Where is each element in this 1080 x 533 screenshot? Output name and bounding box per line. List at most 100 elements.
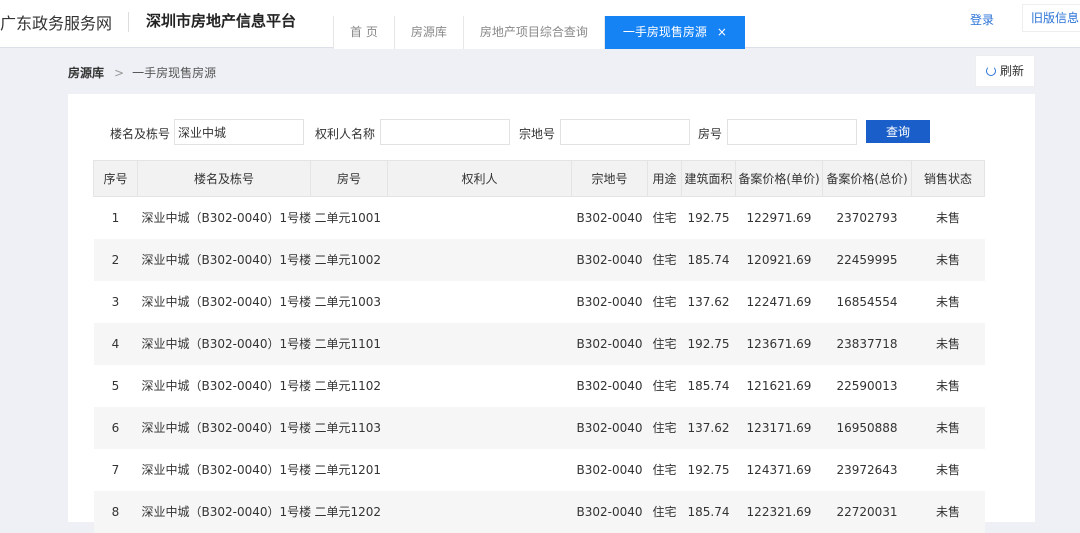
- col-unit-price-header: 备案价格(单价): [735, 160, 823, 197]
- col-unit-price-cell: 124371.69: [746, 462, 812, 477]
- col-land-cell: B302-0040: [571, 238, 648, 281]
- table-row[interactable]: 1 深业中城（B302-0040）1号楼 二单元1001 B302-0040 住宅 192…: [94, 197, 985, 239]
- building-label: 楼名及栋号: [110, 127, 171, 141]
- land-label: 宗地号: [519, 127, 556, 141]
- close-icon[interactable]: ×: [717, 25, 727, 39]
- col-unit-price-cell: 123671.69: [735, 322, 823, 365]
- col-status-header: 销售状态: [911, 160, 985, 197]
- col-room-cell: 二单元1101: [310, 322, 388, 365]
- table-row[interactable]: 6 深业中城（B302-0040）1号楼 二单元1103 B302-0040 住宅 137…: [93, 406, 985, 449]
- breadcrumb: 房源库 > 一手房现售房源: [68, 64, 216, 81]
- listing-table: 序号 楼名及栋号 房号 权利人 宗地号 用途 建筑面积 备案价格(单价) 备案价格(总价) 销售状…: [93, 160, 985, 533]
- col-area-cell: 192.75: [687, 462, 730, 477]
- query-button[interactable]: 查询: [866, 120, 930, 143]
- col-index-cell: 6: [93, 406, 138, 449]
- col-area-cell: 185.74: [681, 238, 736, 281]
- col-area-cell: 192.75: [687, 210, 730, 225]
- col-owner-header: 权利人: [387, 160, 572, 197]
- col-owner-cell: [388, 449, 572, 491]
- col-room-cell: 二单元1002: [310, 238, 388, 281]
- col-unit-price-cell: 122471.69: [746, 294, 812, 309]
- col-status-cell: 未售: [911, 238, 985, 281]
- gov-site-link[interactable]: 广东政务服务网: [0, 10, 112, 34]
- col-land-cell: B302-0040: [571, 322, 648, 365]
- col-total-price-cell: 23837718: [822, 322, 912, 365]
- col-room-cell: 二单元1201: [314, 463, 382, 477]
- col-index-cell: 4: [93, 322, 138, 365]
- col-usage-cell: 住宅: [652, 463, 677, 477]
- refresh-label: 刷新: [999, 64, 1024, 78]
- col-usage-cell: 住宅: [652, 211, 677, 226]
- col-total-price-cell: 16950888: [822, 406, 912, 449]
- tab-project-query[interactable]: 房地产项目综合查询: [462, 16, 604, 49]
- col-index-cell: 7: [111, 462, 120, 477]
- tab-listing-library[interactable]: 房源库: [393, 16, 463, 49]
- login-link[interactable]: 登录: [970, 11, 994, 28]
- col-status-cell: 未售: [911, 490, 985, 533]
- owner-label: 权利人名称: [315, 127, 376, 141]
- breadcrumb-root[interactable]: 房源库: [68, 66, 104, 80]
- col-total-price-cell: 23972643: [836, 462, 898, 477]
- col-total-price-cell: 22590013: [836, 378, 898, 393]
- col-land-cell: B302-0040: [571, 490, 648, 533]
- tab-home[interactable]: 首 页: [333, 16, 394, 49]
- col-index-header: 序号: [93, 160, 138, 197]
- col-land-cell: B302-0040: [571, 406, 648, 449]
- col-unit-price-cell: 122321.69: [735, 490, 823, 533]
- col-land-header: 宗地号: [571, 160, 648, 197]
- col-unit-price-cell: 123171.69: [735, 406, 823, 449]
- platform-title: 深圳市房地产信息平台: [146, 12, 297, 30]
- room-label: 房号: [698, 127, 723, 141]
- table-row[interactable]: 5 深业中城（B302-0040）1号楼 二单元1102 B302-0040 住宅 185…: [94, 365, 985, 407]
- col-land-cell: B302-0040: [576, 210, 643, 225]
- col-area-cell: 185.74: [687, 378, 730, 393]
- col-index-cell: 5: [111, 378, 120, 393]
- col-unit-price-cell: 122971.69: [746, 210, 812, 225]
- col-owner-cell: [387, 238, 572, 281]
- col-room-cell: 二单元1001: [314, 211, 382, 226]
- col-status-cell: 未售: [935, 211, 960, 226]
- col-usage-cell: 住宅: [652, 379, 677, 393]
- col-status-cell: 未售: [935, 463, 960, 477]
- col-total-price-cell: 16854554: [836, 294, 898, 309]
- col-room-cell: 二单元1202: [310, 490, 388, 533]
- col-total-price-cell: 23702793: [836, 210, 898, 225]
- tab-label: 一手房现售房源: [622, 25, 707, 39]
- chevron-right-icon: >: [114, 66, 125, 80]
- col-usage-cell: 住宅: [647, 322, 682, 365]
- table-row[interactable]: 2 深业中城（B302-0040）1号楼 二单元1002 B302-0040 住宅 185…: [93, 238, 985, 281]
- col-index-cell: 1: [111, 210, 120, 225]
- col-building-cell: 深业中城（B302-0040）1号楼: [137, 238, 311, 281]
- col-unit-price-cell: 121621.69: [746, 378, 812, 393]
- col-status-cell: 未售: [911, 406, 985, 449]
- col-room-header: 房号: [310, 160, 388, 197]
- table-row[interactable]: 3 深业中城（B302-0040）1号楼 二单元1003 B302-0040 住宅 137…: [94, 281, 985, 323]
- col-total-price-cell: 22459995: [822, 238, 912, 281]
- tab-new-house-sale[interactable]: 一手房现售房源 ×: [603, 16, 745, 49]
- room-input[interactable]: [727, 119, 857, 145]
- col-total-price-header: 备案价格(总价): [822, 160, 912, 197]
- col-status-cell: 未售: [935, 379, 960, 393]
- col-room-cell: 二单元1103: [310, 406, 388, 449]
- col-land-cell: B302-0040: [576, 378, 643, 393]
- refresh-button[interactable]: 刷新: [975, 55, 1035, 87]
- col-status-cell: 未售: [935, 295, 960, 309]
- land-input[interactable]: [560, 119, 690, 145]
- table-header: 序号 楼名及栋号 房号 权利人 宗地号 用途 建筑面积 备案价格(单价) 备案价格(总价) 销售状…: [93, 160, 985, 197]
- col-usage-header: 用途: [647, 160, 682, 197]
- col-building-cell: 深业中城（B302-0040）1号楼: [141, 463, 311, 477]
- col-owner-cell: [387, 406, 572, 449]
- col-index-cell: 8: [93, 490, 138, 533]
- table-row[interactable]: 8 深业中城（B302-0040）1号楼 二单元1202 B302-0040 住宅 185…: [93, 490, 985, 533]
- refresh-icon: [985, 66, 996, 76]
- col-usage-cell: 住宅: [652, 295, 677, 309]
- old-version-link[interactable]: 旧版信息: [1022, 4, 1080, 32]
- table-row[interactable]: 7 深业中城（B302-0040）1号楼 二单元1201 B302-0040 住宅 192…: [94, 449, 985, 491]
- col-status-cell: 未售: [911, 322, 985, 365]
- owner-input[interactable]: [380, 119, 510, 145]
- table-row[interactable]: 4 深业中城（B302-0040）1号楼 二单元1101 B302-0040 住宅 192…: [93, 322, 985, 365]
- col-area-cell: 137.62: [681, 406, 736, 449]
- col-area-cell: 192.75: [681, 322, 736, 365]
- tab-bar: 首 页 房源库 房地产项目综合查询 一手房现售房源 ×: [333, 16, 745, 49]
- building-input[interactable]: [174, 119, 304, 145]
